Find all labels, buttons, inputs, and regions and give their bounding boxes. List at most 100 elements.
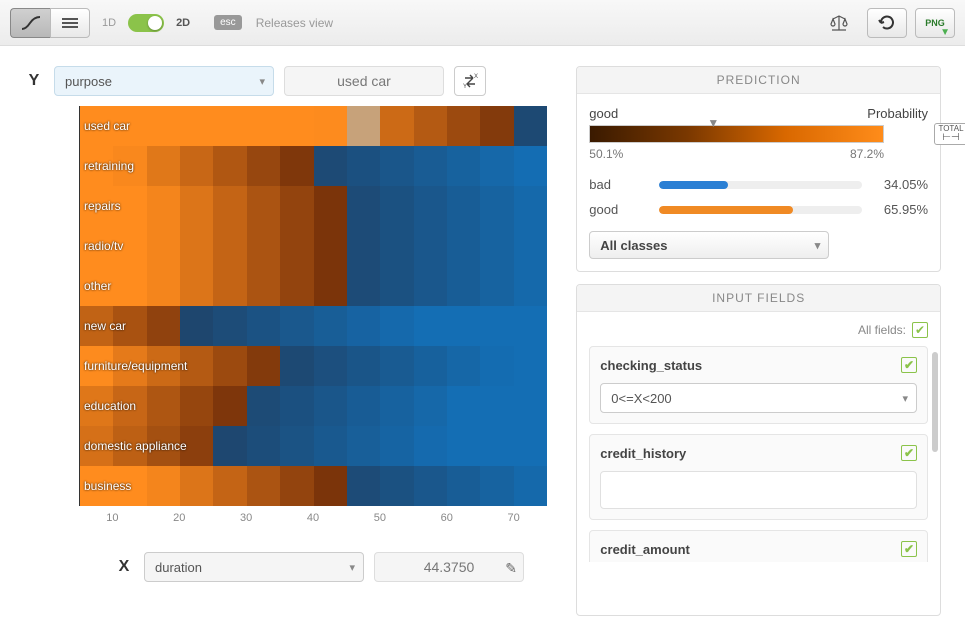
heatmap-cell[interactable] (347, 146, 380, 186)
heatmap-cell[interactable] (147, 466, 180, 506)
field-checkbox[interactable]: ✔ (901, 445, 917, 461)
heatmap-cell[interactable] (280, 386, 313, 426)
curve-view-button[interactable] (10, 8, 50, 38)
field-checkbox[interactable]: ✔ (901, 541, 917, 557)
heatmap-cell[interactable] (414, 106, 447, 146)
heatmap-cell[interactable] (213, 146, 246, 186)
heatmap-cell[interactable] (514, 226, 547, 266)
heatmap-cell[interactable] (514, 146, 547, 186)
heatmap-cell[interactable] (380, 266, 413, 306)
heatmap-cell[interactable] (480, 266, 513, 306)
heatmap-cell[interactable] (447, 346, 480, 386)
heatmap-cell[interactable] (380, 226, 413, 266)
heatmap-cell[interactable] (180, 386, 213, 426)
heatmap-cell[interactable] (380, 426, 413, 466)
heatmap-cell[interactable] (213, 346, 246, 386)
heatmap-cell[interactable] (147, 146, 180, 186)
heatmap-cell[interactable] (113, 266, 146, 306)
heatmap-cell[interactable] (514, 106, 547, 146)
heatmap-cell[interactable] (213, 106, 246, 146)
heatmap-cell[interactable] (414, 186, 447, 226)
heatmap-cell[interactable] (347, 426, 380, 466)
heatmap-cell[interactable] (213, 426, 246, 466)
heatmap-cell[interactable] (347, 106, 380, 146)
heatmap-cell[interactable] (213, 386, 246, 426)
heatmap-cell[interactable] (314, 386, 347, 426)
heatmap-cell[interactable] (180, 186, 213, 226)
heatmap-cell[interactable] (414, 146, 447, 186)
heatmap-cell[interactable] (347, 226, 380, 266)
heatmap-cell[interactable] (380, 186, 413, 226)
field-input[interactable] (600, 471, 917, 509)
heatmap-cell[interactable] (347, 466, 380, 506)
all-classes-select[interactable]: All classes (589, 231, 829, 259)
heatmap-cell[interactable] (247, 266, 280, 306)
heatmap-cell[interactable] (314, 226, 347, 266)
heatmap-cell[interactable] (180, 146, 213, 186)
heatmap-cell[interactable] (213, 306, 246, 346)
heatmap-cell[interactable] (447, 386, 480, 426)
heatmap-cell[interactable] (380, 146, 413, 186)
scrollbar[interactable] (932, 352, 938, 452)
heatmap-cell[interactable] (247, 386, 280, 426)
dimension-toggle[interactable] (128, 14, 164, 32)
heatmap-cell[interactable] (414, 266, 447, 306)
heatmap[interactable]: used carretrainingrepairsradio/tvotherne… (79, 106, 547, 506)
heatmap-cell[interactable] (180, 226, 213, 266)
heatmap-cell[interactable] (514, 266, 547, 306)
heatmap-cell[interactable] (247, 106, 280, 146)
heatmap-cell[interactable] (514, 186, 547, 226)
heatmap-cell[interactable] (480, 386, 513, 426)
refresh-button[interactable] (867, 8, 907, 38)
heatmap-cell[interactable] (280, 306, 313, 346)
heatmap-cell[interactable] (480, 106, 513, 146)
heatmap-cell[interactable] (514, 466, 547, 506)
x-value-box[interactable]: 44.3750 ✎ (374, 552, 524, 582)
heatmap-cell[interactable] (514, 426, 547, 466)
heatmap-cell[interactable] (514, 386, 547, 426)
heatmap-cell[interactable] (147, 386, 180, 426)
heatmap-cell[interactable] (380, 106, 413, 146)
heatmap-cell[interactable] (347, 346, 380, 386)
heatmap-cell[interactable] (314, 466, 347, 506)
heatmap-cell[interactable] (447, 186, 480, 226)
heatmap-cell[interactable] (280, 346, 313, 386)
heatmap-cell[interactable] (213, 466, 246, 506)
heatmap-cell[interactable] (347, 386, 380, 426)
heatmap-cell[interactable] (247, 466, 280, 506)
heatmap-cell[interactable] (280, 266, 313, 306)
heatmap-cell[interactable] (447, 306, 480, 346)
heatmap-cell[interactable] (414, 306, 447, 346)
heatmap-cell[interactable] (480, 146, 513, 186)
heatmap-cell[interactable] (147, 226, 180, 266)
heatmap-cell[interactable] (247, 186, 280, 226)
total-badge[interactable]: TOTAL ⊢⊣ (934, 123, 965, 145)
heatmap-cell[interactable] (147, 266, 180, 306)
heatmap-cell[interactable] (380, 386, 413, 426)
heatmap-cell[interactable] (480, 226, 513, 266)
list-view-button[interactable] (50, 8, 90, 38)
heatmap-cell[interactable] (380, 306, 413, 346)
heatmap-cell[interactable] (414, 346, 447, 386)
heatmap-cell[interactable] (247, 226, 280, 266)
heatmap-cell[interactable] (147, 106, 180, 146)
heatmap-cell[interactable] (480, 306, 513, 346)
heatmap-cell[interactable] (280, 466, 313, 506)
heatmap-cell[interactable] (447, 146, 480, 186)
heatmap-cell[interactable] (314, 306, 347, 346)
heatmap-cell[interactable] (480, 426, 513, 466)
heatmap-cell[interactable] (180, 266, 213, 306)
heatmap-cell[interactable] (247, 146, 280, 186)
heatmap-cell[interactable] (414, 466, 447, 506)
heatmap-cell[interactable] (380, 466, 413, 506)
field-checkbox[interactable]: ✔ (901, 357, 917, 373)
heatmap-cell[interactable] (314, 426, 347, 466)
swap-axes-button[interactable]: YX (454, 66, 486, 96)
heatmap-cell[interactable] (447, 226, 480, 266)
heatmap-cell[interactable] (380, 346, 413, 386)
heatmap-cell[interactable] (480, 346, 513, 386)
balance-icon[interactable] (819, 8, 859, 38)
heatmap-cell[interactable] (347, 186, 380, 226)
heatmap-cell[interactable] (480, 466, 513, 506)
heatmap-cell[interactable] (280, 426, 313, 466)
